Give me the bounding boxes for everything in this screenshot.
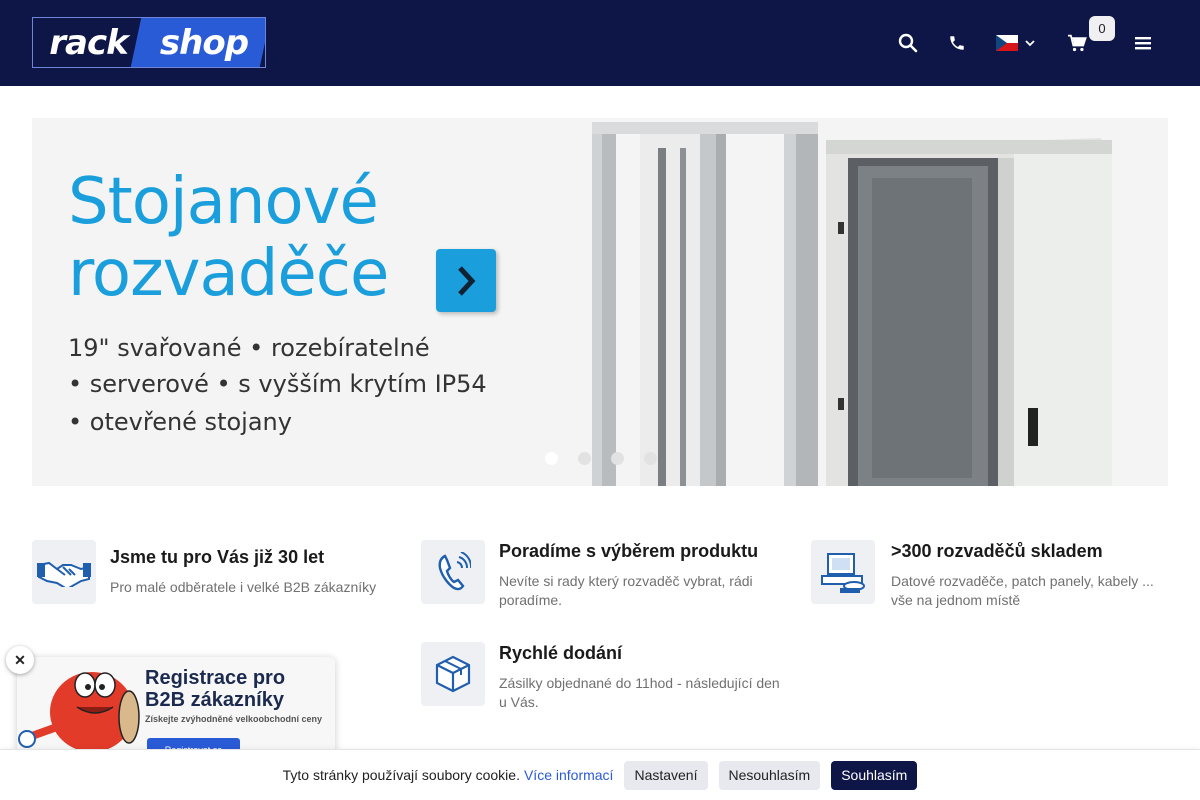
feature-desc: Pro malé odběratele i velké B2B zákazník…: [110, 579, 377, 595]
menu-icon[interactable]: [1128, 28, 1158, 58]
hero-banner[interactable]: Stojanové rozvaděče 19" svařované • roze…: [32, 118, 1168, 486]
rackshop-logo[interactable]: rack shop: [32, 17, 266, 68]
cookie-text: Tyto stránky používají soubory cookie.: [282, 767, 520, 783]
feature-desc: Nevíte si rady který rozvaděč vybrat, rá…: [499, 573, 753, 608]
cookie-settings-button[interactable]: Nastavení: [624, 760, 708, 790]
banner-line-3: • otevřené stojany: [68, 408, 292, 436]
feature-item: Rychlé dodání Zásilky objednané do 11hod…: [421, 642, 781, 712]
package-icon: [421, 642, 485, 706]
cart-count-badge: 0: [1089, 16, 1115, 41]
chevron-down-icon: [1025, 40, 1035, 47]
b2b-registration-promo[interactable]: Registrace pro B2B zákazníky Získejte zv…: [17, 657, 335, 757]
top-navbar: rack shop 0: [0, 0, 1200, 86]
feature-desc: Datové rozvaděče, patch panely, kabely .…: [891, 573, 1154, 608]
banner-arrow-icon[interactable]: [436, 249, 496, 312]
mascot-image: [18, 672, 140, 752]
phone-icon[interactable]: [942, 28, 972, 58]
feature-title: Rychlé dodání: [499, 643, 623, 663]
banner-title-line2: rozvaděče: [68, 237, 389, 311]
promo-subtitle: Získejte zvýhodněné velkoobchodní ceny: [145, 714, 323, 724]
search-icon[interactable]: [893, 28, 923, 58]
feature-desc: Zásilky objednané do 11hod - následující…: [499, 675, 780, 710]
stock-icon: [811, 540, 875, 604]
carousel-dot-1[interactable]: [545, 452, 558, 465]
feature-title: Poradíme s výběrem produktu: [499, 541, 759, 561]
banner-line-1: 19" svařované • rozebíratelné: [68, 334, 430, 362]
handshake-icon: [32, 540, 96, 604]
carousel-dot-3[interactable]: [611, 452, 624, 465]
cart-icon[interactable]: [1062, 28, 1092, 58]
czech-flag-icon: [996, 35, 1018, 51]
rack-cabinets-image: [592, 122, 1112, 486]
close-icon[interactable]: ✕: [6, 646, 34, 674]
feature-item: Poradíme s výběrem produktu Nevíte si ra…: [421, 540, 781, 610]
logo-rack-text: rack: [33, 18, 144, 67]
promo-title: Registrace pro B2B zákazníky: [145, 667, 286, 711]
cookie-accept-button[interactable]: Souhlasím: [831, 760, 918, 790]
feature-item: >300 rozvaděčů skladem Datové rozvaděče,…: [811, 540, 1171, 610]
cookie-consent-bar: Tyto stránky používají soubory cookie. V…: [0, 749, 1200, 800]
cookie-more-info-link[interactable]: Více informací: [524, 767, 613, 783]
logo-shop-text: shop: [160, 22, 249, 63]
phone-call-icon: [421, 540, 485, 604]
language-selector[interactable]: [995, 28, 1037, 58]
carousel-dot-4[interactable]: [644, 452, 657, 465]
feature-item: Jsme tu pro Vás již 30 let Pro malé odbě…: [32, 540, 402, 604]
banner-line-2: • serverové • s vyšším krytím IP54: [68, 370, 487, 398]
carousel-dot-2[interactable]: [578, 452, 591, 465]
cookie-reject-button[interactable]: Nesouhlasím: [718, 760, 821, 790]
carousel-dots: [545, 452, 657, 465]
banner-title: Stojanové rozvaděče: [68, 165, 389, 311]
feature-title: >300 rozvaděčů skladem: [891, 541, 1103, 561]
banner-title-line1: Stojanové: [68, 165, 379, 239]
logo-shop-block: shop: [130, 18, 265, 67]
feature-title: Jsme tu pro Vás již 30 let: [110, 547, 325, 567]
